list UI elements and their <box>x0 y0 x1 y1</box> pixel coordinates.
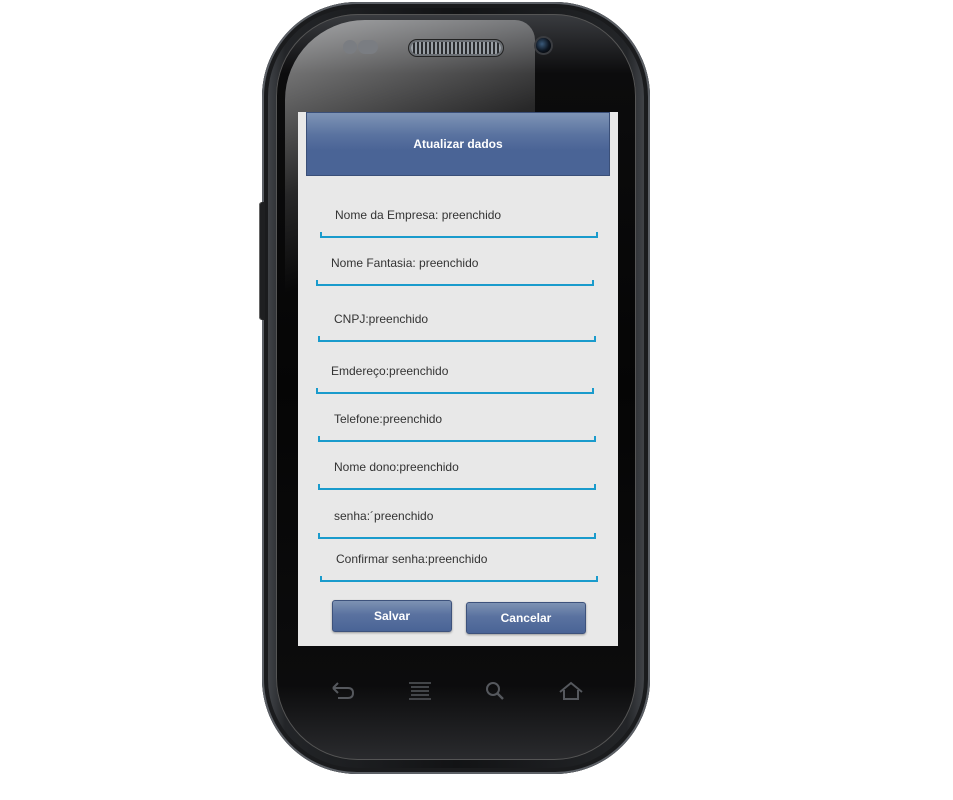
owner-name-label: Nome dono:preenchido <box>334 460 459 474</box>
field-underline <box>320 232 598 238</box>
back-icon[interactable] <box>330 680 356 702</box>
owner-name-field[interactable]: Nome dono:preenchido <box>318 460 596 490</box>
phone-label: Telefone:preenchido <box>334 412 443 426</box>
cnpj-label: CNPJ:preenchido <box>334 312 429 326</box>
trade-name-field[interactable]: Nome Fantasia: preenchido <box>316 256 594 286</box>
address-label: Emdereço:preenchido <box>331 364 449 378</box>
address-field[interactable]: Emdereço:preenchido <box>316 364 594 394</box>
title-bar: Atualizar dados <box>306 112 610 176</box>
field-underline <box>316 388 594 394</box>
light-sensor <box>358 40 378 54</box>
volume-button <box>259 202 265 320</box>
save-button[interactable]: Salvar <box>332 600 452 632</box>
cnpj-field[interactable]: CNPJ:preenchido <box>318 312 596 342</box>
field-underline <box>320 576 598 582</box>
app-screen: Atualizar dados Nome da Empresa: preench… <box>298 112 618 646</box>
confirm-password-field[interactable]: Confirmar senha:preenchido <box>320 552 598 582</box>
menu-icon[interactable] <box>407 680 433 702</box>
field-underline <box>318 484 596 490</box>
proximity-sensor <box>343 40 357 54</box>
field-underline <box>318 436 596 442</box>
password-field[interactable]: senha:´preenchido <box>318 509 596 539</box>
cancel-button[interactable]: Cancelar <box>466 602 586 634</box>
field-underline <box>318 336 596 342</box>
confirm-password-label: Confirmar senha:preenchido <box>336 552 488 566</box>
field-underline <box>316 280 594 286</box>
trade-name-label: Nome Fantasia: preenchido <box>331 256 479 270</box>
search-icon[interactable] <box>482 680 508 702</box>
front-camera-icon <box>536 38 551 53</box>
field-underline <box>318 533 596 539</box>
password-label: senha:´preenchido <box>334 509 434 523</box>
earpiece-speaker <box>411 42 501 54</box>
phone-field[interactable]: Telefone:preenchido <box>318 412 596 442</box>
home-icon[interactable] <box>558 680 584 702</box>
company-name-label: Nome da Empresa: preenchido <box>335 208 502 222</box>
page-title: Atualizar dados <box>413 137 503 151</box>
company-name-field[interactable]: Nome da Empresa: preenchido <box>320 208 598 238</box>
